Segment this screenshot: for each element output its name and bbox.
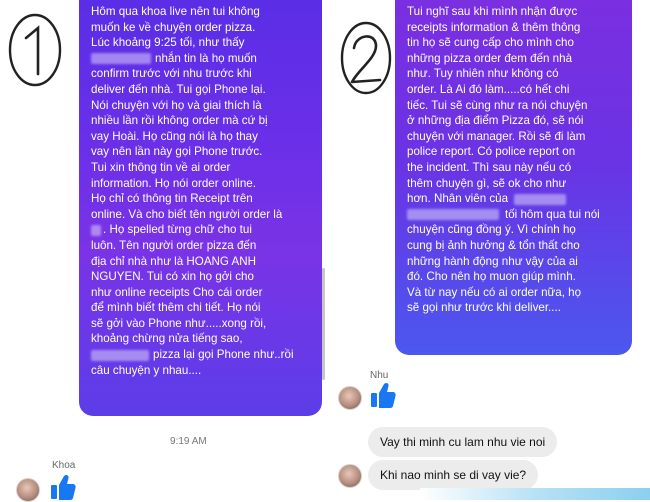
avatar-khoa[interactable] (16, 478, 40, 502)
message-line: đó. Cho nên họ muon giúp mình. (407, 270, 576, 284)
message-line-with-redaction: . Họ spelled từng chữ cho tui (91, 222, 314, 238)
message-line: online. Và cho biết tên người order là (91, 207, 283, 221)
message-line: vay Hoài. Họ cũng nói là họ thay (91, 129, 258, 143)
redacted-name (91, 224, 101, 236)
message-timestamp: 9:19 AM (170, 436, 207, 447)
sender-name-nhu: Nhu (370, 370, 389, 381)
message-line: luôn. Tên người order pizza đến (91, 238, 257, 252)
message-line: muốn ke về chuyện order pizza. (91, 20, 256, 34)
message-line: hơn. Nhân viên của (407, 192, 509, 206)
message-line: thêm chuyện gì, sẽ ok cho như (407, 176, 567, 190)
composer-edge (420, 488, 650, 500)
message-line: Nói chuyện với họ và giai thích là (91, 98, 262, 112)
message-line: NGUYEN. Tui có xin họ gởi cho (91, 270, 254, 284)
avatar-nhu[interactable] (338, 386, 362, 410)
message-line: deliver đến nhà. Tui gọi Phone lại. (91, 82, 266, 96)
message-line-with-redaction: tối hôm qua tui nói (407, 207, 624, 223)
message-line: chuyện với manager. Rồi sẽ đi làm (407, 129, 586, 143)
message-line: receipts information & thêm thông (407, 20, 581, 34)
message-line: the incident. Thì sau này nếu có (407, 160, 572, 174)
message-line: như. Tuy nhiên như không có (407, 67, 559, 81)
annotation-circle-2 (334, 14, 404, 110)
scrollbar[interactable] (322, 268, 325, 380)
message-line: những hành động như vậy của ai (407, 254, 578, 268)
message-line: như online receipts Cho cái order (91, 285, 263, 299)
message-line: Họ chỉ có thông tin Receipt trên (91, 192, 253, 206)
message-line: police report. Có police report on (407, 145, 576, 159)
message-line: cung bị ảnh hưởng & tổn thất cho (407, 238, 580, 252)
message-line: để mình biết thêm chi tiết. Họ nói (91, 301, 261, 315)
message-line-with-redaction: pizza lại gọi Phone như..rồi (91, 347, 314, 363)
redacted-name (91, 349, 149, 361)
message-line: câu chuyện y nhau.... (91, 363, 202, 377)
reply-bubble[interactable]: Khi nao minh se di vay vie? (368, 460, 539, 490)
sender-name-khoa: Khoa (52, 460, 76, 471)
thumbs-up-icon (51, 474, 76, 500)
message-line: . Họ spelled từng chữ cho tui (103, 223, 252, 237)
circle-two-drawing (340, 21, 392, 95)
avatar-nhu[interactable] (338, 464, 362, 488)
message-bubble-khoa[interactable]: Hôm qua khoa live nên tui không muốn ke … (79, 0, 322, 416)
message-line: chuyện cũng đồng ý. Vì chính họ (407, 223, 576, 237)
message-bubble-khoa-2[interactable]: Tui nghĩ sau khi mình nhận được receipts… (395, 0, 632, 355)
message-line: tối hôm qua tui nói (505, 207, 600, 221)
message-line: Tui nghĩ sau khi mình nhận được (407, 5, 578, 18)
message-line: vay nên lần này gọi Phone trước. (91, 145, 263, 159)
message-line: confirm trước với nhu trước khi (91, 67, 252, 81)
message-line: order. Là Ai đó làm.....có hết chi (407, 82, 570, 96)
redacted-name (407, 209, 499, 221)
message-line: Tui xin thông tin về ai order (91, 160, 231, 174)
message-line: sẽ gọi như trước khi deliver.... (407, 301, 561, 315)
message-line: địa chỉ nhà như là HOANG ANH (91, 254, 256, 268)
message-line: information. Họ nói order online. (91, 176, 256, 190)
annotation-circle-1 (2, 8, 74, 102)
reply-bubble[interactable]: Vay thi minh cu lam nhu vie noi (368, 427, 558, 457)
message-line: tiếc. Tui sẽ cùng như ra nói chuyện (407, 98, 588, 112)
message-line: ở những địa điểm Pizza đó, sẽ nói (407, 114, 584, 128)
redacted-name (514, 193, 567, 205)
message-line: Hôm qua khoa live nên tui không (91, 5, 260, 18)
message-line-with-redaction: nhắn tin là họ muốn (91, 51, 314, 67)
message-line: nhắn tin là họ muốn (155, 51, 257, 65)
message-line: Lúc khoảng 9:25 tối, như thấy (91, 36, 245, 50)
message-line-with-redaction: hơn. Nhân viên của (407, 191, 624, 207)
message-line: tin họ sẽ cung cấp cho mình cho (407, 36, 574, 50)
circle-one-drawing (8, 13, 62, 87)
message-line: nhiều lần rồi không order mà cứ bị (91, 114, 268, 128)
message-line: Và từ nay nếu có ai order nữa, họ (407, 285, 582, 299)
message-line: sẽ gởi vào Phone như.....xong rồi, (91, 316, 267, 330)
thumbs-up-icon (371, 382, 396, 408)
message-line: pizza lại gọi Phone như..rồi (153, 348, 294, 362)
message-line: khoảng chừng nửa tiếng sao, (91, 332, 243, 346)
message-line: những pizza order đem đến nhà (407, 51, 573, 65)
redacted-name (91, 53, 151, 65)
